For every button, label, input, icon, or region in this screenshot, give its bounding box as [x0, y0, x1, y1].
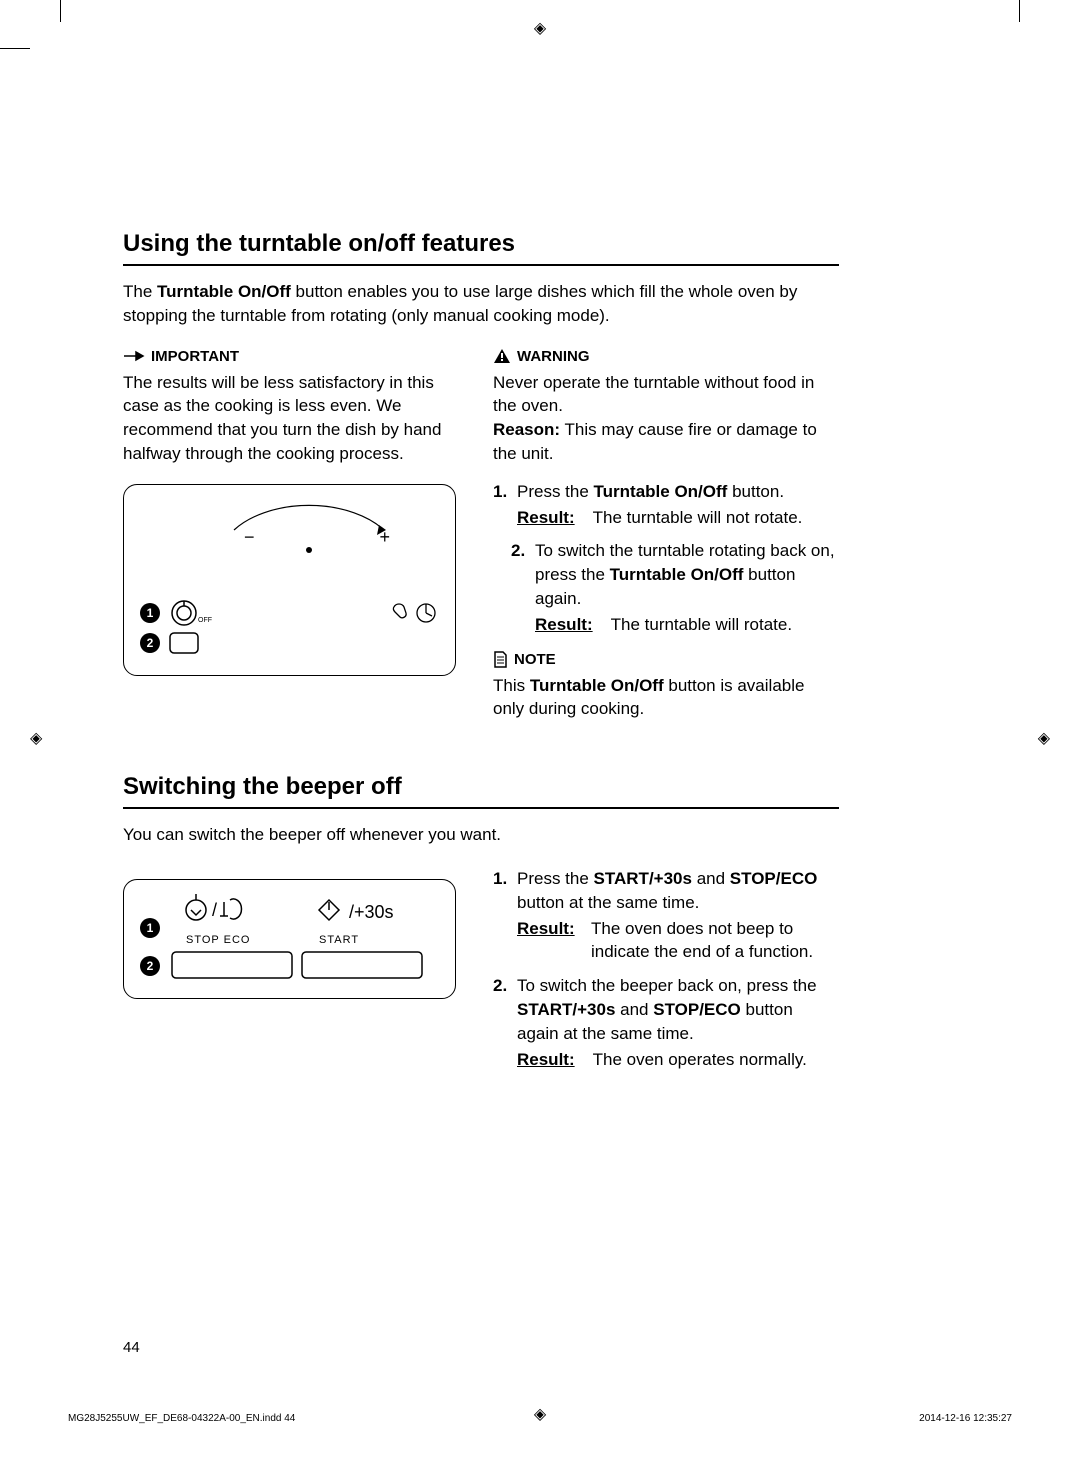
crop-mark: [60, 0, 61, 22]
svg-text:/: /: [212, 900, 217, 920]
section-heading: Using the turntable on/off features: [123, 230, 839, 266]
step: 1. Press the Turntable On/Off button. Re…: [493, 480, 839, 530]
warning-triangle-icon: [493, 348, 511, 364]
result-label: Result:: [517, 1048, 575, 1072]
start-label: START: [319, 934, 359, 946]
minus-label: −: [244, 527, 255, 548]
step: 1. Press the START/+30s and STOP/ECO but…: [493, 867, 839, 964]
result-text: The oven does not beep to indicate the e…: [591, 917, 839, 965]
result-text: The oven operates normally.: [593, 1048, 807, 1072]
result-label: Result:: [517, 917, 573, 965]
step: 2. To switch the turntable rotating back…: [511, 539, 839, 636]
result-label: Result:: [535, 613, 593, 637]
step: 2. To switch the beeper back on, press t…: [493, 974, 839, 1071]
ref-badge: 1: [140, 603, 160, 623]
ref-badge: 2: [140, 956, 160, 976]
page-content: Using the turntable on/off features The …: [123, 230, 839, 1081]
plus30-label: /+30s: [349, 902, 394, 923]
section-intro: You can switch the beeper off whenever y…: [123, 823, 839, 847]
ref-badge: 1: [140, 918, 160, 938]
registration-mark-icon: ◈: [534, 18, 546, 38]
crop-mark: [1019, 0, 1020, 22]
important-body: The results will be less satisfactory in…: [123, 371, 463, 466]
crop-mark: [0, 48, 30, 49]
stop-eco-label: STOP ECO: [186, 934, 250, 946]
note-heading: NOTE: [493, 651, 839, 668]
result-text: The turntable will not rotate.: [593, 506, 803, 530]
note-body: This Turntable On/Off button is availabl…: [493, 674, 839, 722]
print-footer: MG28J5255UW_EF_DE68-04322A-00_EN.indd 44…: [68, 1413, 1012, 1424]
note-page-icon: [493, 651, 508, 668]
footer-file: MG28J5255UW_EF_DE68-04322A-00_EN.indd 44: [68, 1413, 295, 1424]
page-number: 44: [123, 1339, 140, 1356]
warning-body: Never operate the turntable without food…: [493, 371, 839, 466]
section-intro: The Turntable On/Off button enables you …: [123, 280, 839, 328]
svg-text:OFF: OFF: [198, 617, 212, 624]
important-heading: IMPORTANT: [123, 348, 463, 365]
footer-datetime: 2014-12-16 12:35:27: [919, 1413, 1012, 1424]
figure-dial: OFF − + 1 2: [123, 484, 456, 676]
result-label: Result:: [517, 506, 575, 530]
registration-mark-icon: ◈: [1038, 728, 1050, 748]
section-heading: Switching the beeper off: [123, 773, 839, 809]
figure-buttons: / STOP ECO START /+30s 1 2: [123, 879, 456, 999]
ref-badge: 2: [140, 633, 160, 653]
warning-heading: WARNING: [493, 348, 839, 365]
registration-mark-icon: ◈: [30, 728, 42, 748]
result-text: The turntable will rotate.: [611, 613, 792, 637]
pointing-hand-icon: [123, 349, 145, 363]
plus-label: +: [379, 527, 390, 548]
